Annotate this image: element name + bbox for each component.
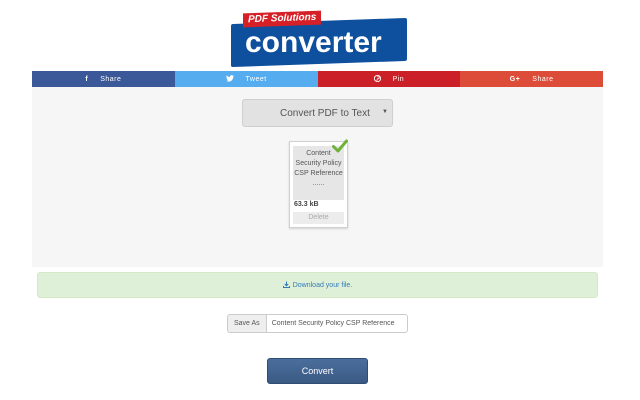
share-google-plus-button[interactable]: G+ Share <box>460 71 603 87</box>
share-google-plus-label: Share <box>532 75 554 83</box>
conversion-type-select[interactable]: Convert PDF to Text ▼ <box>242 99 393 127</box>
facebook-icon: f <box>85 75 89 83</box>
share-bar: f Share Tweet Pin G+ Share <box>32 71 603 87</box>
logo-tag: PDF Solutions <box>243 10 322 28</box>
save-as-label: Save As <box>227 314 266 333</box>
save-as-group: Save As <box>227 314 408 333</box>
google-plus-icon: G+ <box>509 75 521 83</box>
share-pinterest-label: Pin <box>392 75 405 83</box>
file-name: Content Security Policy CSP Reference ..… <box>294 150 343 187</box>
logo-text: converter <box>245 26 382 59</box>
share-twitter-button[interactable]: Tweet <box>174 71 318 87</box>
caret-down-icon: ▼ <box>382 109 388 115</box>
delete-file-button[interactable]: Delete <box>293 212 344 224</box>
share-facebook-button[interactable]: f Share <box>32 71 175 87</box>
pinterest-icon <box>373 74 381 84</box>
file-size: 63.3 kB <box>294 201 319 208</box>
file-thumbnail: Content Security Policy CSP Reference ..… <box>293 146 344 200</box>
checkmark-icon <box>332 139 348 153</box>
share-pinterest-button[interactable]: Pin <box>317 71 461 87</box>
conversion-type-value: Convert PDF to Text <box>280 107 370 119</box>
file-card: Content Security Policy CSP Reference ..… <box>289 139 348 228</box>
download-link[interactable]: Download your file. <box>37 272 598 298</box>
download-label: Download your file. <box>292 281 353 289</box>
convert-button[interactable]: Convert <box>267 358 368 384</box>
conversion-area: Convert PDF to Text ▼ Content Security P… <box>32 87 603 267</box>
save-as-input[interactable] <box>265 314 408 333</box>
download-icon <box>282 281 290 290</box>
share-twitter-label: Tweet <box>245 75 267 83</box>
twitter-icon <box>225 74 234 84</box>
share-facebook-label: Share <box>100 75 122 83</box>
logo: PDF Solutions converter <box>231 10 407 68</box>
